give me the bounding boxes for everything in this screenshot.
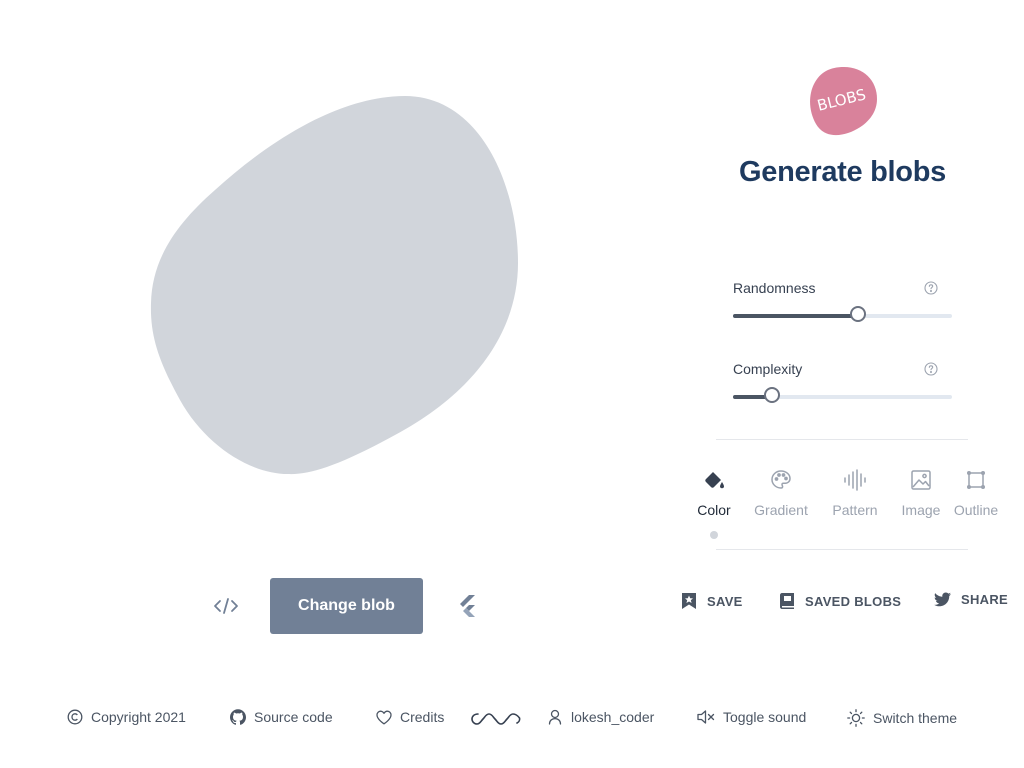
saved-blobs-button[interactable]: SAVED BLOBS [779, 592, 901, 610]
randomness-help-button[interactable] [924, 281, 938, 300]
tab-outline-label: Outline [953, 502, 999, 518]
tab-pattern[interactable]: Pattern [822, 466, 888, 518]
copyright-text: Copyright 2021 [91, 709, 186, 725]
switch-theme-button[interactable]: Switch theme [847, 709, 957, 727]
paint-bucket-icon [705, 470, 724, 489]
author-label: lokesh_coder [571, 709, 655, 725]
github-icon [230, 709, 246, 725]
twitter-icon [934, 592, 951, 607]
heart-icon [376, 710, 392, 724]
credits-label: Credits [400, 709, 445, 725]
active-tab-indicator [710, 531, 718, 539]
tab-outline[interactable]: Outline [943, 466, 1009, 518]
copyright: Copyright 2021 [67, 709, 186, 725]
copyright-icon [67, 709, 83, 725]
tab-pattern-label: Pattern [832, 502, 878, 518]
blob-canvas [140, 85, 530, 485]
bookmark-star-icon [682, 593, 696, 609]
flutter-icon [460, 595, 475, 617]
credits-link[interactable]: Credits [376, 709, 444, 725]
user-icon [548, 709, 562, 725]
waveform-icon [844, 469, 866, 491]
tab-color-label: Color [697, 502, 731, 518]
share-button[interactable]: SHARE [934, 592, 1008, 607]
source-code-link[interactable]: Source code [230, 709, 333, 725]
divider-top [716, 439, 968, 440]
complexity-slider-thumb[interactable] [764, 387, 781, 403]
flutter-code-button[interactable] [454, 592, 480, 620]
randomness-label: Randomness [733, 280, 816, 296]
tab-color[interactable]: Color [681, 466, 747, 518]
question-circle-icon [924, 281, 938, 295]
sun-icon [847, 709, 865, 727]
tab-image-label: Image [901, 502, 941, 518]
toggle-sound-label: Toggle sound [723, 709, 807, 725]
saved-blobs-label: SAVED BLOBS [805, 593, 902, 609]
blob-shape [150, 96, 518, 475]
speaker-mute-icon [697, 710, 715, 724]
tab-gradient[interactable]: Gradient [748, 466, 814, 518]
squiggle-logo [471, 712, 521, 731]
randomness-slider-fill [733, 314, 858, 318]
divider-bottom [716, 549, 968, 550]
complexity-help-button[interactable] [924, 362, 938, 381]
palette-icon [771, 470, 791, 489]
randomness-slider-thumb[interactable] [849, 306, 866, 322]
tab-gradient-label: Gradient [754, 502, 808, 518]
complexity-slider[interactable] [733, 387, 952, 403]
toggle-sound-button[interactable]: Toggle sound [697, 709, 806, 725]
page-title: Generate blobs [739, 156, 946, 188]
share-label: SHARE [961, 592, 1009, 607]
complexity-label: Complexity [733, 361, 803, 377]
blobs-logo: BLOBS [808, 66, 878, 136]
randomness-slider[interactable] [733, 306, 952, 322]
save-button[interactable]: SAVE [681, 592, 743, 610]
code-icon [214, 598, 238, 614]
question-circle-icon [924, 362, 938, 376]
save-label: SAVE [707, 593, 743, 609]
view-code-button[interactable] [212, 592, 240, 620]
image-icon [911, 470, 931, 490]
change-blob-button[interactable]: Change blob [270, 578, 423, 634]
switch-theme-label: Switch theme [873, 710, 958, 726]
squiggle-icon [471, 713, 521, 725]
source-code-label: Source code [254, 709, 333, 725]
author-link[interactable]: lokesh_coder [547, 709, 654, 725]
book-icon [780, 593, 794, 609]
outline-icon [967, 471, 985, 489]
